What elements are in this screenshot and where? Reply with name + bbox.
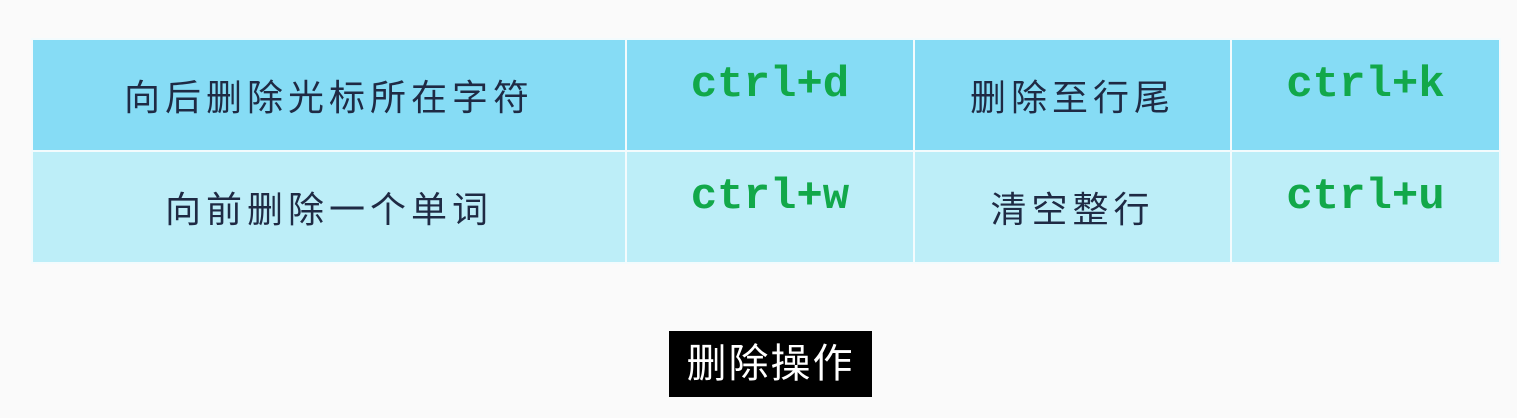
shortcut-description: 向前删除一个单词 [164,190,493,231]
table-row: 向前删除一个单词 ctrl+w 清空整行 ctrl+u [31,150,1501,264]
caption-label: 删除操作 [669,331,872,397]
shortcut-key: ctrl+k [1286,60,1445,110]
shortcut-key: ctrl+w [690,172,850,222]
table-cell: ctrl+d [625,38,915,152]
shortcut-description: 清空整行 [990,190,1155,231]
shortcut-description: 向后删除光标所在字符 [123,78,534,119]
shortcut-key: ctrl+u [1286,172,1445,222]
table-row: 向后删除光标所在字符 ctrl+d 删除至行尾 ctrl+k [31,38,1501,152]
table-cell: 清空整行 [913,150,1232,264]
table-cell: 向后删除光标所在字符 [31,38,627,152]
shortcut-table: 向后删除光标所在字符 ctrl+d 删除至行尾 ctrl+k 向前删除一个单词 … [31,38,1501,264]
table-cell: ctrl+k [1230,38,1501,152]
shortcut-key: ctrl+d [690,60,850,110]
shortcut-description: 删除至行尾 [969,78,1175,119]
table-cell: ctrl+w [625,150,915,264]
table-cell: 向前删除一个单词 [31,150,627,264]
table-cell: ctrl+u [1230,150,1501,264]
table-cell: 删除至行尾 [913,38,1232,152]
